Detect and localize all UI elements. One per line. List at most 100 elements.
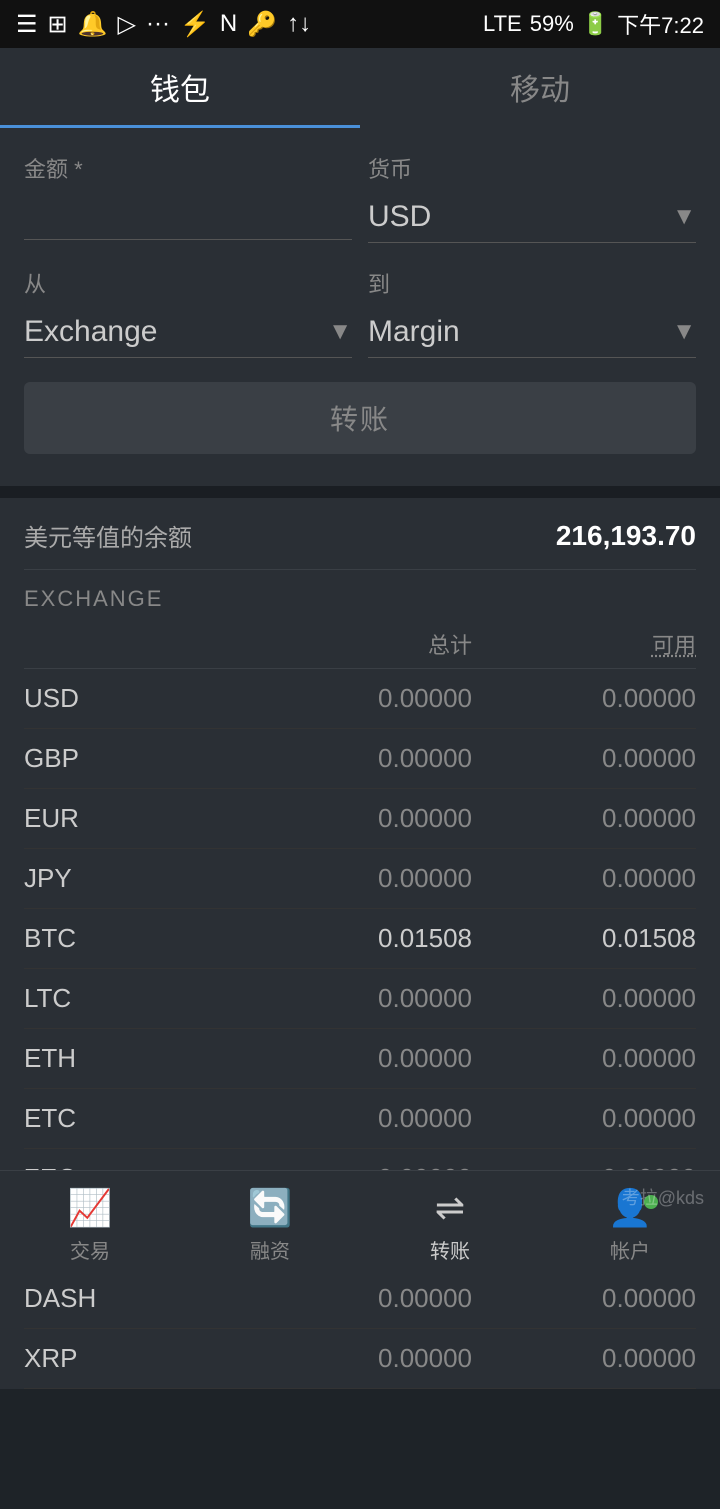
row-available-10: 0.00000 [472, 1283, 696, 1314]
balance-section: 美元等值的余额 216,193.70 [0, 498, 720, 570]
row-available-2: 0.00000 [472, 803, 696, 834]
menu-icon: ☰ [16, 10, 38, 39]
row-total-7: 0.00000 [248, 1103, 472, 1134]
balance-header: 美元等值的余额 216,193.70 [24, 518, 696, 570]
finance-icon: 🔄 [248, 1187, 293, 1229]
header-available: 可用 [472, 628, 696, 660]
row-total-10: 0.00000 [248, 1283, 472, 1314]
from-value: Exchange [24, 315, 157, 349]
row-total-1: 0.00000 [248, 743, 472, 774]
row-currency-7: ETC [24, 1103, 248, 1134]
row-total-6: 0.00000 [248, 1043, 472, 1074]
row-total-5: 0.00000 [248, 983, 472, 1014]
table-row: ETH 0.00000 0.00000 [24, 1029, 696, 1089]
row-currency-11: XRP [24, 1343, 248, 1374]
exchange-title: EXCHANGE [24, 586, 696, 612]
amount-input[interactable] [24, 192, 352, 240]
row-currency-3: JPY [24, 863, 248, 894]
trade-icon: 📈 [68, 1187, 113, 1229]
currency-label: 货币 [368, 152, 696, 184]
currency-field-group: 货币 USD ▼ [368, 152, 696, 243]
to-value: Margin [368, 315, 460, 349]
from-chevron-icon: ▼ [328, 318, 352, 346]
row-available-11: 0.00000 [472, 1343, 696, 1374]
table-row: XRP 0.00000 0.00000 [24, 1329, 696, 1389]
currency-value: USD [368, 200, 431, 234]
nav-item-trade[interactable]: 📈 交易 [0, 1187, 180, 1264]
to-chevron-icon: ▼ [672, 318, 696, 346]
row-currency-1: GBP [24, 743, 248, 774]
from-to-row: 从 Exchange ▼ 到 Margin ▼ [24, 267, 696, 358]
row-total-0: 0.00000 [248, 683, 472, 714]
nav-label-account: 帐户 [610, 1235, 650, 1264]
table-row: LTC 0.00000 0.00000 [24, 969, 696, 1029]
table-row: JPY 0.00000 0.00000 [24, 849, 696, 909]
row-available-5: 0.00000 [472, 983, 696, 1014]
row-currency-5: LTC [24, 983, 248, 1014]
table-row: ETC 0.00000 0.00000 [24, 1089, 696, 1149]
to-label: 到 [368, 267, 696, 299]
row-currency-6: ETH [24, 1043, 248, 1074]
row-available-0: 0.00000 [472, 683, 696, 714]
currency-dropdown[interactable]: USD ▼ [368, 192, 696, 243]
bottom-nav: 📈 交易 🔄 融资 ⇌ 转账 👤 帐户 [0, 1170, 720, 1280]
bluetooth-icon: ⚡ [180, 10, 210, 39]
row-available-7: 0.00000 [472, 1103, 696, 1134]
status-bar: ☰ ⊞ 🔔 ▷ ··· ⚡ N 🔑 ↑↓ LTE 59% 🔋 下午7:22 [0, 0, 720, 48]
nav-label-finance: 融资 [250, 1235, 290, 1264]
header-total: 总计 [248, 628, 472, 660]
row-total-3: 0.00000 [248, 863, 472, 894]
status-right-icons: LTE 59% 🔋 下午7:22 [483, 8, 704, 40]
transfer-form: 金额 * 货币 USD ▼ 从 Exchange ▼ 到 Margin ▼ [0, 128, 720, 486]
status-icons: ☰ ⊞ 🔔 ▷ ··· ⚡ N 🔑 ↑↓ [16, 10, 311, 39]
battery-icon: 🔋 [582, 11, 609, 37]
row-currency-0: USD [24, 683, 248, 714]
transfer-button[interactable]: 转账 [24, 382, 696, 454]
row-available-1: 0.00000 [472, 743, 696, 774]
row-total-11: 0.00000 [248, 1343, 472, 1374]
from-dropdown[interactable]: Exchange ▼ [24, 307, 352, 358]
table-row: USD 0.00000 0.00000 [24, 669, 696, 729]
header-currency [24, 628, 248, 660]
row-total-4: 0.01508 [248, 923, 472, 954]
to-dropdown[interactable]: Margin ▼ [368, 307, 696, 358]
watermark: 考拉@kds [622, 1184, 704, 1210]
to-field-group: 到 Margin ▼ [368, 267, 696, 358]
nfc-icon: N [220, 10, 237, 38]
exchange-rows: USD 0.00000 0.00000 GBP 0.00000 0.00000 … [24, 669, 696, 1389]
time-display: 下午7:22 [617, 8, 704, 40]
row-available-6: 0.00000 [472, 1043, 696, 1074]
currency-chevron-icon: ▼ [672, 203, 696, 231]
battery-text: 59% [530, 11, 574, 37]
nav-item-finance[interactable]: 🔄 融资 [180, 1187, 360, 1264]
balance-label: 美元等值的余额 [24, 518, 192, 553]
row-available-3: 0.00000 [472, 863, 696, 894]
row-total-2: 0.00000 [248, 803, 472, 834]
row-currency-2: EUR [24, 803, 248, 834]
nav-label-transfer: 转账 [430, 1235, 470, 1264]
tab-move[interactable]: 移动 [360, 48, 720, 128]
nav-label-trade: 交易 [70, 1235, 110, 1264]
balance-value: 216,193.70 [556, 520, 696, 552]
row-currency-10: DASH [24, 1283, 248, 1314]
from-label: 从 [24, 267, 352, 299]
section-divider [0, 486, 720, 498]
nav-item-transfer[interactable]: ⇌ 转账 [360, 1187, 540, 1264]
transfer-button-wrap: 转账 [24, 382, 696, 454]
table-row: GBP 0.00000 0.00000 [24, 729, 696, 789]
tab-wallet[interactable]: 钱包 [0, 48, 360, 128]
main-tab-bar: 钱包 移动 [0, 48, 720, 128]
dots-icon: ··· [146, 10, 170, 38]
row-currency-4: BTC [24, 923, 248, 954]
table-row: BTC 0.01508 0.01508 [24, 909, 696, 969]
from-field-group: 从 Exchange ▼ [24, 267, 352, 358]
exchange-icon: ⊞ [48, 10, 68, 39]
signal-icon: ↑↓ [287, 10, 311, 38]
row-available-4: 0.01508 [472, 923, 696, 954]
bell-icon: 🔔 [78, 10, 108, 39]
amount-label: 金额 * [24, 152, 352, 184]
table-header: 总计 可用 [24, 620, 696, 669]
lte-badge: LTE [483, 11, 522, 37]
send-icon: ▷ [118, 10, 136, 39]
amount-field-group: 金额 * [24, 152, 352, 243]
